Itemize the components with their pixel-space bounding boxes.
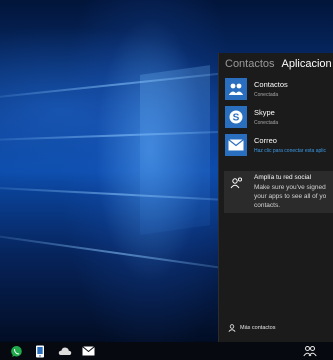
person-icon xyxy=(228,324,236,332)
tooltip-title: Amplía tu red social xyxy=(254,174,312,181)
app-name: Skype xyxy=(254,108,275,117)
mail-icon xyxy=(225,134,247,156)
people-add-icon xyxy=(230,176,244,195)
tab-aplicaciones[interactable]: Aplicacion xyxy=(282,58,332,70)
svg-text:S: S xyxy=(233,113,240,124)
skype-icon: S xyxy=(225,106,247,128)
app-name: Contactos xyxy=(254,80,288,89)
wallpaper-light-beam xyxy=(140,65,210,235)
app-item-skype[interactable]: S Skype Conectada xyxy=(225,106,333,130)
app-name: Correo xyxy=(254,136,277,145)
app-status-link[interactable]: Haz clic para conectar esta aplic xyxy=(254,148,326,154)
cloud-icon[interactable] xyxy=(58,344,72,358)
app-item-correo[interactable]: Correo Haz clic para conectar esta aplic xyxy=(225,134,333,158)
more-contacts-label: Más contactos xyxy=(240,325,276,331)
app-status: Conectada xyxy=(254,120,279,126)
people-icon[interactable] xyxy=(303,344,317,358)
social-network-tooltip: Amplía tu red social Make sure you've si… xyxy=(224,171,333,213)
app-status: Conectada xyxy=(254,92,279,98)
tab-contactos[interactable]: Contactos xyxy=(225,58,275,70)
whatsapp-icon[interactable] xyxy=(9,344,23,358)
app-item-contactos[interactable]: Contactos Conectada xyxy=(225,78,333,102)
mail-icon[interactable] xyxy=(81,344,95,358)
phone-app-icon[interactable] xyxy=(33,344,47,358)
people-tabs: Contactos Aplicacion xyxy=(225,58,333,70)
tooltip-body: Make sure you've signed your apps to see… xyxy=(254,184,327,209)
taskbar xyxy=(0,342,333,360)
people-icon xyxy=(225,78,247,100)
